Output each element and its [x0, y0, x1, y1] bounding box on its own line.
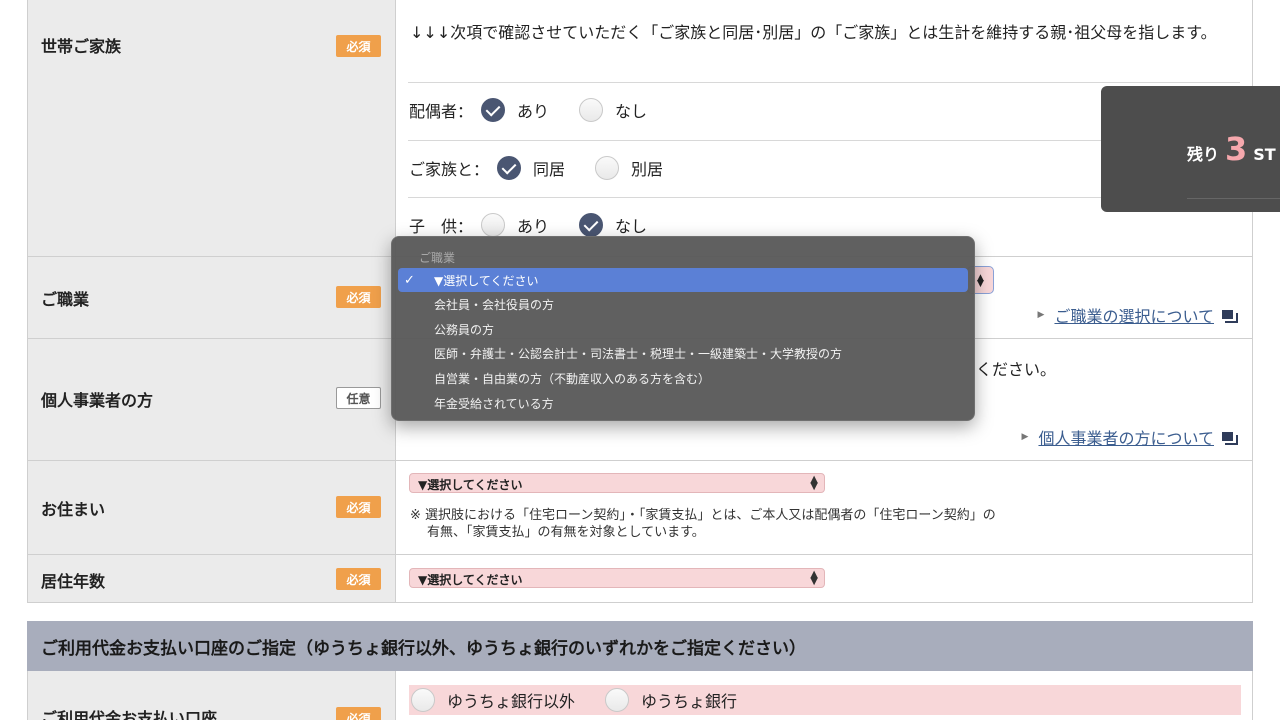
- payment-row: ご利用代金お支払い口座 必須 ゆうちょ銀行以外 ゆうちょ銀行: [27, 671, 1253, 720]
- payment-radio-group: ゆうちょ銀行以外 ゆうちょ銀行: [409, 685, 1241, 715]
- occupation-help-link[interactable]: ご職業の選択について: [1054, 303, 1214, 327]
- years-select-value: ▼選択してください: [418, 573, 523, 587]
- divider: [1187, 198, 1280, 199]
- residence-label: お住まい: [41, 500, 106, 519]
- occupation-label-cell: ご職業 必須: [28, 257, 396, 338]
- required-badge: 必須: [336, 35, 381, 57]
- remaining-steps-text: 残り 3 ST: [1187, 130, 1276, 168]
- dropdown-option-label: 自営業・自由業の方（不動産収入のある方を含む）: [434, 371, 711, 386]
- external-window-icon: [1222, 309, 1238, 323]
- remaining-suffix: ST: [1253, 145, 1276, 164]
- years-select[interactable]: ▼選択してください ▲ ▼: [409, 568, 825, 588]
- dropdown-option[interactable]: ✓ ▼選択してください: [398, 268, 968, 292]
- household-label-cell: 世帯ご家族 必須: [28, 0, 396, 256]
- non-yucho-radio[interactable]: [411, 688, 435, 712]
- dropdown-option[interactable]: 自営業・自由業の方（不動産収入のある方を含む）: [398, 366, 968, 390]
- children-no-radio[interactable]: [579, 213, 604, 237]
- dropdown-option-label: 公務員の方: [434, 322, 495, 337]
- dropdown-option-label: ▼選択してください: [434, 273, 539, 288]
- required-badge: 必須: [336, 496, 381, 518]
- household-label: 世帯ご家族: [41, 37, 122, 56]
- household-note: ↓↓↓次項で確認させていただく「ご家族と同居･別居」の「ご家族」とは生計を維持す…: [410, 23, 1217, 42]
- years-content: ▼選択してください ▲ ▼: [396, 555, 1252, 602]
- payment-label: ご利用代金お支払い口座: [41, 709, 218, 720]
- occupation-label: ご職業: [41, 290, 90, 309]
- dropdown-group-label: ご職業: [419, 251, 456, 265]
- required-badge: 必須: [336, 707, 381, 720]
- non-yucho-label: ゆうちょ銀行以外: [447, 692, 576, 711]
- residence-note: ※ 選択肢における「住宅ローン契約」・「家賃支払」とは、ご本人又は配偶者の「住宅…: [410, 507, 996, 541]
- spouse-radio-group: 配偶者： あり なし: [409, 98, 677, 122]
- family-radio-group: ご家族と： 同居 別居: [409, 156, 693, 180]
- select-arrows-icon: ▲ ▼: [810, 569, 818, 587]
- self-employed-instruction: ください。: [976, 360, 1057, 379]
- spouse-no-label: なし: [615, 102, 648, 121]
- divider: [408, 82, 1240, 83]
- children-radio-group: 子 供： あり なし: [409, 213, 677, 237]
- dropdown-option-label: 会社員・会社役員の方: [434, 297, 555, 312]
- yucho-label: ゆうちょ銀行: [641, 692, 738, 711]
- years-label-cell: 居住年数 必須: [28, 555, 396, 602]
- children-no-label: なし: [615, 217, 648, 236]
- select-arrows-icon: ▲ ▼: [810, 474, 818, 492]
- remaining-steps-panel: 残り 3 ST: [1101, 86, 1280, 212]
- dropdown-option[interactable]: 会社員・会社役員の方: [398, 292, 968, 316]
- select-arrows-icon: ▲ ▼: [977, 273, 984, 289]
- required-badge: 必須: [336, 286, 381, 308]
- remaining-prefix: 残り: [1187, 145, 1220, 164]
- triangle-icon: ▶: [1021, 432, 1029, 442]
- children-question: 子 供：: [409, 217, 474, 236]
- dropdown-option[interactable]: 医師・弁護士・公認会計士・司法書士・税理士・一級建築士・大学教授の方: [398, 341, 968, 365]
- remaining-count: 3: [1225, 130, 1248, 168]
- checkmark-icon: ✓: [404, 272, 415, 288]
- required-badge: 必須: [336, 568, 381, 590]
- family-question: ご家族と：: [409, 160, 490, 179]
- self-employed-label-cell: 個人事業者の方 任意: [28, 339, 396, 460]
- family-together-radio[interactable]: [497, 156, 522, 180]
- family-separate-label: 別居: [631, 160, 664, 179]
- dropdown-option[interactable]: 年金受給されている方: [398, 391, 968, 415]
- triangle-icon: ▶: [1037, 310, 1045, 320]
- yucho-radio[interactable]: [605, 688, 630, 712]
- residence-label-cell: お住まい 必須: [28, 461, 396, 554]
- optional-badge: 任意: [336, 387, 381, 409]
- self-employed-label: 個人事業者の方: [41, 391, 154, 410]
- residence-row: お住まい 必須 ▼選択してください ▲ ▼ ※ 選択肢における「住宅ローン契約」・…: [28, 461, 1252, 555]
- dropdown-option-label: 医師・弁護士・公認会計士・司法書士・税理士・一級建築士・大学教授の方: [434, 346, 843, 361]
- household-row: 世帯ご家族 必須 ↓↓↓次項で確認させていただく「ご家族と同居･別居」の「ご家族…: [28, 0, 1252, 257]
- residence-note-line2: 有無、「家賃支払」の有無を対象としています。: [427, 525, 705, 540]
- spouse-no-radio[interactable]: [579, 98, 604, 122]
- family-together-label: 同居: [533, 160, 566, 179]
- external-window-icon: [1222, 431, 1238, 445]
- residence-select[interactable]: ▼選択してください ▲ ▼: [409, 473, 825, 493]
- years-label: 居住年数: [41, 572, 106, 591]
- payment-section-header: ご利用代金お支払い口座のご指定（ゆうちょ銀行以外、ゆうちょ銀行のいずれかをご指定…: [27, 621, 1253, 671]
- children-yes-label: あり: [517, 217, 550, 236]
- dropdown-option[interactable]: 公務員の方: [398, 317, 968, 341]
- self-employed-help-link-row: ▶ 個人事業者の方について: [1021, 425, 1238, 449]
- residence-content: ▼選択してください ▲ ▼ ※ 選択肢における「住宅ローン契約」・「家賃支払」とは…: [396, 461, 1252, 554]
- spouse-yes-radio[interactable]: [481, 98, 506, 122]
- family-separate-radio[interactable]: [595, 156, 620, 180]
- occupation-help-link-row: ▶ ご職業の選択について: [1037, 303, 1238, 327]
- residence-note-line1: ※ 選択肢における「住宅ローン契約」・「家賃支払」とは、ご本人又は配偶者の「住宅…: [410, 508, 996, 523]
- years-row: 居住年数 必須 ▼選択してください ▲ ▼: [28, 555, 1252, 603]
- spouse-yes-label: あり: [517, 102, 550, 121]
- children-yes-radio[interactable]: [481, 213, 506, 237]
- payment-label-cell: ご利用代金お支払い口座 必須: [28, 671, 396, 720]
- residence-select-value: ▼選択してください: [418, 478, 523, 492]
- occupation-dropdown-menu: ご職業 ✓ ▼選択してください 会社員・会社役員の方 公務員の方 医師・弁護士・…: [391, 236, 975, 421]
- dropdown-option-label: 年金受給されている方: [434, 396, 554, 411]
- self-employed-help-link[interactable]: 個人事業者の方について: [1038, 425, 1214, 449]
- spouse-question: 配偶者：: [409, 102, 474, 121]
